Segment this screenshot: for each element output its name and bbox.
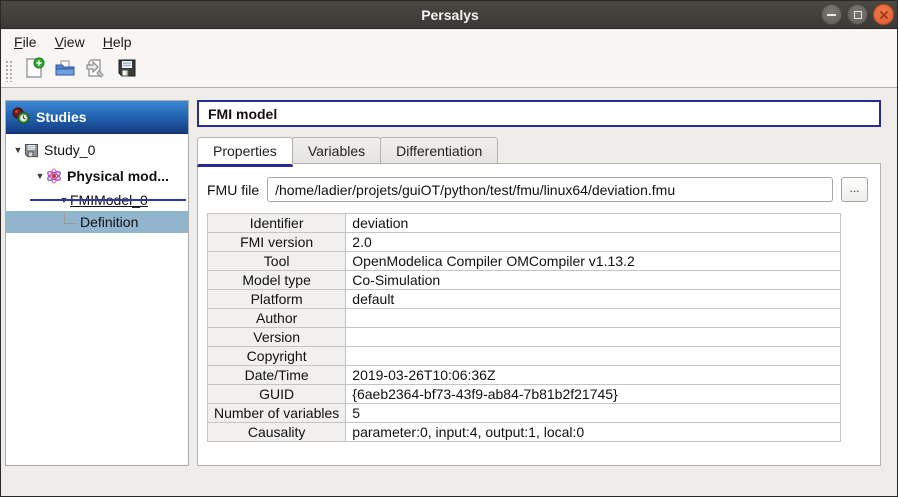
toolbar bbox=[1, 54, 898, 88]
table-row: Platform default bbox=[208, 290, 841, 309]
property-name: Number of variables bbox=[208, 404, 346, 423]
table-row: FMI version 2.0 bbox=[208, 233, 841, 252]
property-value bbox=[346, 309, 841, 328]
property-name: Version bbox=[208, 328, 346, 347]
property-name: Model type bbox=[208, 271, 346, 290]
property-name: Author bbox=[208, 309, 346, 328]
tree-branch-line bbox=[64, 213, 77, 224]
property-name: Causality bbox=[208, 423, 346, 442]
property-name: FMI version bbox=[208, 233, 346, 252]
current-study-underline bbox=[30, 199, 186, 201]
table-row: Identifier deviation bbox=[208, 214, 841, 233]
page-title-text: FMI model bbox=[208, 106, 277, 122]
fmu-file-row: FMU file ... bbox=[207, 177, 868, 202]
property-name: Copyright bbox=[208, 347, 346, 366]
property-name: GUID bbox=[208, 385, 346, 404]
property-value: 2019-03-26T10:06:36Z bbox=[346, 366, 841, 385]
fmu-properties-table: Identifier deviation FMI version 2.0 Too… bbox=[207, 213, 841, 442]
property-name: Tool bbox=[208, 252, 346, 271]
menu-help[interactable]: Help bbox=[94, 32, 141, 52]
tree-item-definition[interactable]: Definition bbox=[6, 211, 188, 233]
property-name: Date/Time bbox=[208, 366, 346, 385]
property-value: OpenModelica Compiler OMCompiler v1.13.2 bbox=[346, 252, 841, 271]
tree-item-label: Study_0 bbox=[44, 142, 95, 158]
maximize-button[interactable] bbox=[847, 4, 868, 25]
property-value: default bbox=[346, 290, 841, 309]
maximize-icon bbox=[854, 11, 862, 19]
tab-differentiation[interactable]: Differentiation bbox=[380, 137, 498, 164]
table-row: Copyright bbox=[208, 347, 841, 366]
menu-file[interactable]: File bbox=[5, 32, 46, 52]
import-script-icon bbox=[85, 57, 107, 84]
study-tree: ▼ Study_0 ▼ bbox=[6, 139, 188, 233]
table-row: Version bbox=[208, 328, 841, 347]
studies-header-label: Studies bbox=[36, 109, 87, 125]
new-study-button[interactable] bbox=[18, 56, 49, 86]
property-value: Co-Simulation bbox=[346, 271, 841, 290]
property-value bbox=[346, 347, 841, 366]
floppy-icon bbox=[24, 143, 39, 158]
table-row: Causality parameter:0, input:4, output:1… bbox=[208, 423, 841, 442]
tree-item-physical-model[interactable]: ▼ Physical mod... bbox=[6, 165, 188, 187]
property-value bbox=[346, 328, 841, 347]
atom-icon bbox=[46, 168, 62, 184]
app-window: Persalys File View Help bbox=[0, 0, 898, 497]
table-row: Date/Time 2019-03-26T10:06:36Z bbox=[208, 366, 841, 385]
tab-bar: Properties Variables Differentiation bbox=[197, 137, 497, 167]
table-row: Model type Co-Simulation bbox=[208, 271, 841, 290]
open-study-icon bbox=[54, 57, 76, 84]
property-value: 2.0 bbox=[346, 233, 841, 252]
expand-arrow-icon[interactable]: ▼ bbox=[12, 145, 24, 155]
toolbar-drag-handle[interactable] bbox=[5, 60, 12, 82]
menubar: File View Help bbox=[1, 30, 898, 54]
page-title: FMI model bbox=[197, 100, 881, 127]
property-value: parameter:0, input:4, output:1, local:0 bbox=[346, 423, 841, 442]
close-button[interactable] bbox=[873, 4, 894, 25]
studies-header: Studies bbox=[6, 101, 188, 134]
close-icon bbox=[879, 10, 889, 20]
titlebar[interactable]: Persalys bbox=[1, 1, 898, 29]
menu-view[interactable]: View bbox=[46, 32, 94, 52]
save-study-icon bbox=[116, 57, 138, 84]
fmu-file-input[interactable] bbox=[267, 177, 833, 202]
table-row: Tool OpenModelica Compiler OMCompiler v1… bbox=[208, 252, 841, 271]
open-study-button[interactable] bbox=[49, 56, 80, 86]
table-row: Number of variables 5 bbox=[208, 404, 841, 423]
property-name: Identifier bbox=[208, 214, 346, 233]
window-title: Persalys bbox=[1, 1, 898, 29]
window-controls bbox=[821, 4, 894, 25]
import-script-button[interactable] bbox=[80, 56, 111, 86]
tab-variables[interactable]: Variables bbox=[292, 137, 381, 164]
minimize-icon bbox=[827, 14, 836, 16]
new-study-icon bbox=[23, 57, 45, 84]
tab-properties[interactable]: Properties bbox=[197, 137, 293, 167]
save-study-button[interactable] bbox=[111, 56, 142, 86]
fmu-file-label: FMU file bbox=[207, 182, 259, 198]
property-name: Platform bbox=[208, 290, 346, 309]
table-row: GUID {6aeb2364-bf73-43f9-ab84-7b81b2f217… bbox=[208, 385, 841, 404]
property-value: {6aeb2364-bf73-43f9-ab84-7b81b2f21745} bbox=[346, 385, 841, 404]
browse-button[interactable]: ... bbox=[841, 177, 868, 202]
tree-item-label: Definition bbox=[80, 214, 138, 230]
table-row: Author bbox=[208, 309, 841, 328]
tree-item-study-0[interactable]: ▼ Study_0 bbox=[6, 139, 188, 161]
studies-panel: Studies ▼ Study_0 bbox=[5, 100, 189, 466]
properties-tab-pane: FMU file ... Identifier deviation FMI ve… bbox=[197, 163, 881, 466]
property-value: 5 bbox=[346, 404, 841, 423]
property-value: deviation bbox=[346, 214, 841, 233]
studies-icon bbox=[12, 107, 30, 128]
tree-item-label: Physical mod... bbox=[67, 168, 169, 184]
minimize-button[interactable] bbox=[821, 4, 842, 25]
expand-arrow-icon[interactable]: ▼ bbox=[34, 171, 46, 181]
